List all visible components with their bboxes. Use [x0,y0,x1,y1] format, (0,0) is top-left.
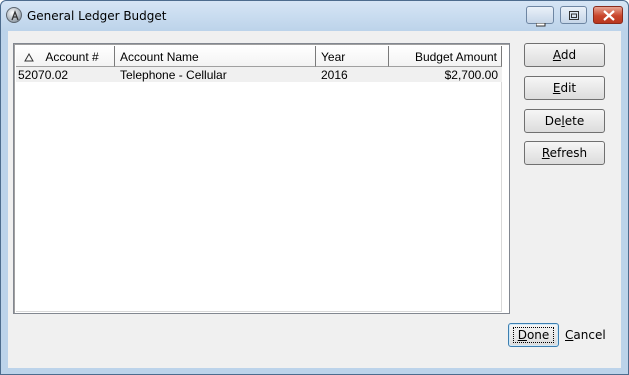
column-header-year[interactable]: Year [316,46,389,67]
dialog-body: Account # Account Name Year Budget Amoun… [8,31,621,368]
column-header-budget-amount[interactable]: Budget Amount [389,46,502,67]
add-label-end: dd [560,48,577,62]
close-icon [603,10,615,24]
delete-label-end: ete [564,114,585,128]
column-header-account-number[interactable]: Account # [16,46,115,67]
title-bar[interactable]: General Ledger Budget [1,1,628,31]
add-button[interactable]: Add [524,43,605,67]
cancel-label-end: ancel [573,328,606,342]
column-header-label: Account # [45,50,99,64]
refresh-accelerator-key: R [541,146,550,160]
edit-label-end: dit [560,81,577,95]
add-accelerator-key: A [552,48,561,62]
close-button[interactable] [593,6,623,24]
edit-button[interactable]: Edit [524,76,605,100]
table-row[interactable]: 52070.02 Telephone - Cellular 2016 $2,70… [16,67,502,82]
cell-budget-amount: $2,700.00 [444,68,498,82]
delete-label-start: De [544,114,562,128]
budget-table-viewport: Account # Account Name Year Budget Amoun… [16,46,502,312]
restore-button[interactable] [560,6,587,24]
column-header-label: Budget Amount [414,50,497,64]
delete-button[interactable]: Delete [524,109,605,133]
cell-account-number: 52070.02 [18,68,69,82]
cell-year: 2016 [321,68,348,82]
focus-ring [513,327,554,343]
restore-icon [569,10,580,24]
column-header-label: Year [321,50,346,64]
app-icon[interactable] [6,7,22,23]
refresh-label-end: efresh [549,146,588,160]
minimize-button[interactable] [526,6,554,27]
column-header-account-name[interactable]: Account Name [115,46,316,67]
window-title: General Ledger Budget [27,9,167,23]
table-header: Account # Account Name Year Budget Amoun… [16,46,502,67]
budget-table[interactable]: Account # Account Name Year Budget Amoun… [13,43,510,314]
refresh-button[interactable]: Refresh [524,141,605,165]
cell-account-name: Telephone - Cellular [120,68,227,82]
dialog-window: General Ledger Budget Account # Account … [0,0,629,375]
minimize-icon [535,16,546,30]
column-header-label: Account Name [120,50,199,64]
sort-ascending-icon [24,51,34,65]
done-button[interactable]: Done [508,323,559,347]
cancel-button[interactable]: Cancel [565,328,606,342]
